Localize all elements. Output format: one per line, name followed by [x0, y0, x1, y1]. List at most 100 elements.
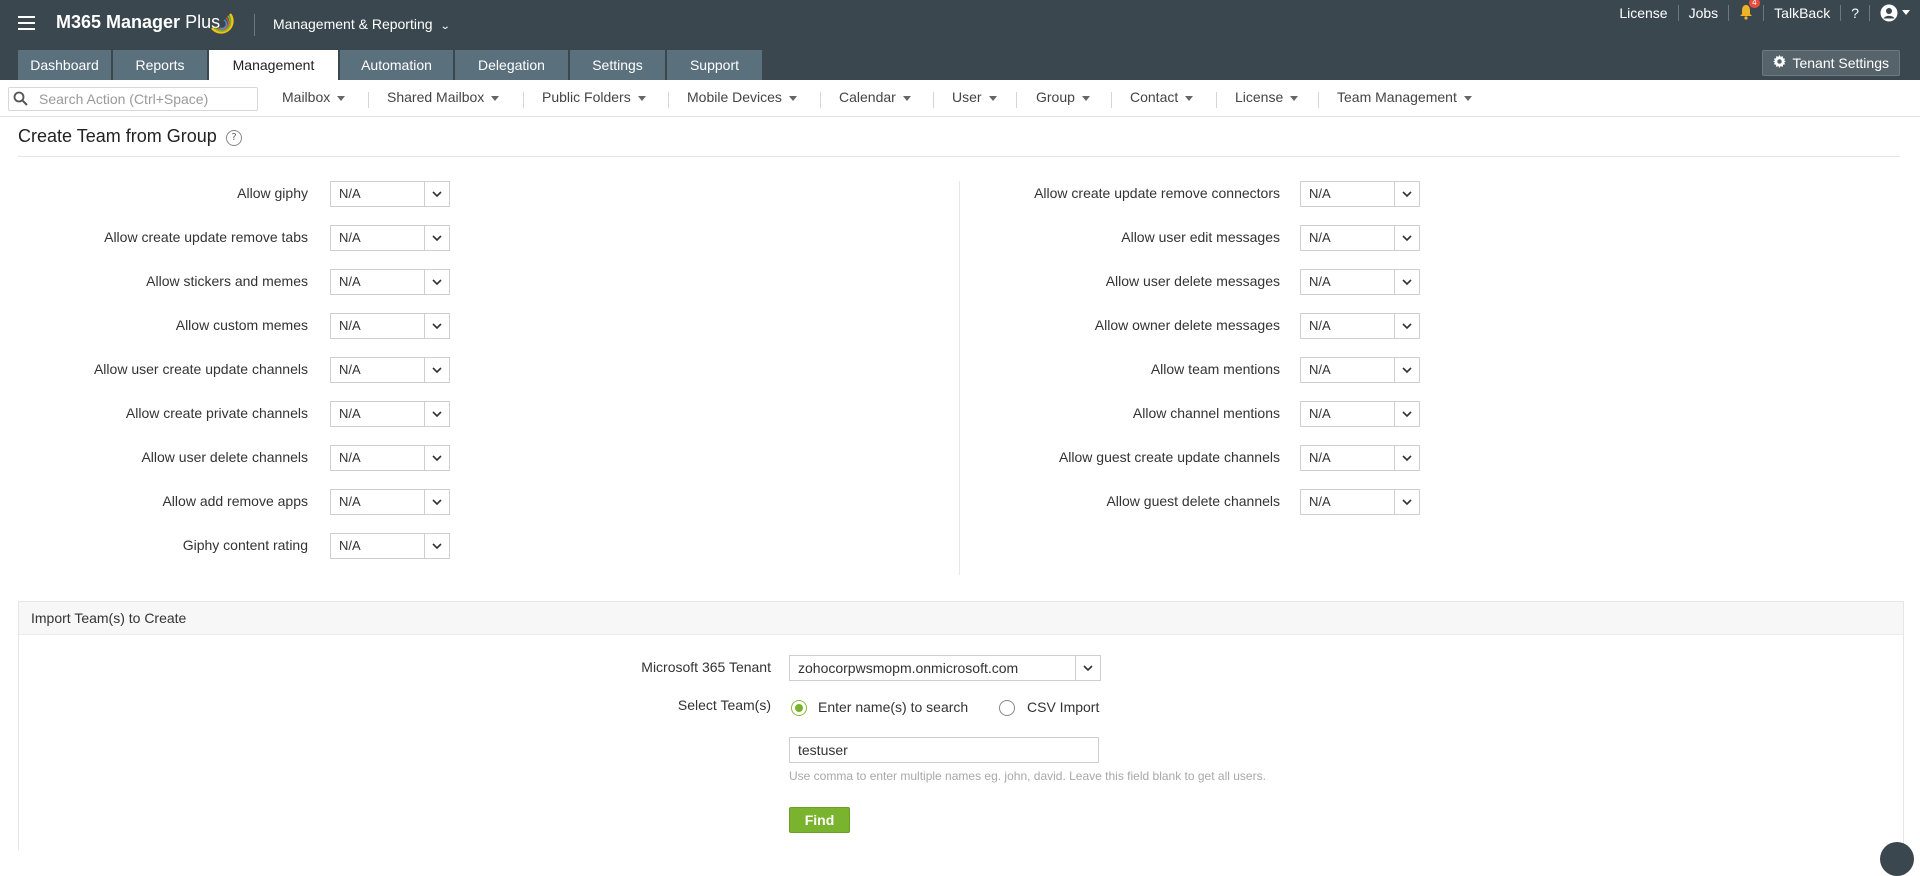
bell-icon: 4	[1739, 0, 1760, 20]
caret-down-icon	[988, 95, 997, 101]
radio-enter-names[interactable]	[791, 700, 807, 716]
setting-select[interactable]: N/A	[1300, 489, 1420, 515]
action-menu-bar: Mailbox Shared Mailbox Public Folders Mo…	[0, 80, 1920, 117]
module-label: Management & Reporting	[273, 16, 433, 32]
setting-label: Allow create update remove connectors	[1034, 185, 1280, 201]
caret-down-icon	[337, 95, 346, 101]
menu-divider	[368, 92, 369, 108]
caret-down-icon	[1290, 95, 1299, 101]
radio-csv-import-label[interactable]: CSV Import	[1027, 699, 1099, 715]
setting-select-value: N/A	[1309, 450, 1331, 465]
gear-icon	[1773, 51, 1787, 75]
team-names-input[interactable]	[789, 737, 1099, 763]
setting-label: Allow user edit messages	[1121, 229, 1280, 245]
menu-user[interactable]: User	[952, 89, 997, 105]
setting-select[interactable]: N/A	[1300, 401, 1420, 427]
setting-select[interactable]: N/A	[1300, 357, 1420, 383]
chevron-down-icon	[1075, 656, 1100, 680]
menu-mailbox[interactable]: Mailbox	[282, 89, 346, 105]
radio-csv-import[interactable]	[999, 700, 1015, 716]
chevron-down-icon	[1394, 446, 1419, 470]
tenant-settings-button[interactable]: Tenant Settings	[1762, 50, 1900, 76]
menu-license[interactable]: License	[1235, 89, 1299, 105]
caret-down-icon	[1463, 95, 1472, 101]
license-link[interactable]: License	[1609, 5, 1677, 21]
user-menu[interactable]	[1870, 4, 1920, 22]
search-input[interactable]	[37, 90, 251, 108]
chevron-down-icon	[1394, 182, 1419, 206]
chevron-down-icon	[1394, 358, 1419, 382]
menu-label: Mailbox	[282, 89, 331, 105]
title-divider	[18, 156, 1900, 157]
import-panel-title: Import Team(s) to Create	[31, 610, 187, 626]
jobs-link[interactable]: Jobs	[1679, 5, 1729, 21]
user-avatar-icon	[1880, 4, 1898, 22]
setting-label: Allow user delete messages	[1105, 273, 1280, 289]
tenant-select[interactable]: zohocorpwsmopm.onmicrosoft.com	[789, 655, 1101, 681]
setting-select-value: N/A	[1309, 274, 1331, 289]
tab-reports[interactable]: Reports	[113, 50, 207, 80]
tab-dashboard[interactable]: Dashboard	[18, 50, 111, 80]
setting-select[interactable]: N/A	[1300, 445, 1420, 471]
setting-select-value: N/A	[1309, 406, 1331, 421]
main-tabs: Dashboard Reports Management Automation …	[18, 50, 764, 80]
setting-label: Allow channel mentions	[1132, 405, 1280, 421]
chevron-down-icon	[1394, 402, 1419, 426]
tab-automation[interactable]: Automation	[340, 50, 453, 80]
page-title: Create Team from Group	[18, 126, 217, 146]
menu-label: Team Management	[1337, 89, 1457, 105]
setting-label: Allow guest create update channels	[1058, 449, 1280, 465]
find-button[interactable]: Find	[789, 807, 850, 833]
brand-name: M365 Manager	[56, 12, 181, 32]
action-search[interactable]	[8, 87, 258, 111]
menu-calendar[interactable]: Calendar	[839, 89, 911, 105]
setting-select-value: N/A	[1309, 362, 1331, 377]
setting-select[interactable]: N/A	[330, 533, 450, 559]
setting-select[interactable]: N/A	[1300, 269, 1420, 295]
notification-count-badge: 4	[1749, 0, 1760, 8]
import-teams-panel: Import Team(s) to Create	[18, 601, 1904, 850]
notifications-button[interactable]: 4	[1729, 0, 1763, 23]
module-switcher[interactable]: Management & Reporting ⌄	[273, 16, 450, 32]
menu-group[interactable]: Group	[1036, 89, 1090, 105]
hamburger-menu-icon[interactable]	[18, 16, 35, 31]
menu-divider	[1111, 92, 1112, 108]
menu-contact[interactable]: Contact	[1130, 89, 1194, 105]
app-logo[interactable]: M365 Manager Plus	[56, 12, 220, 33]
menu-public-folders[interactable]: Public Folders	[542, 89, 646, 105]
menu-divider	[523, 92, 524, 108]
setting-select-value: N/A	[339, 538, 361, 553]
menu-divider	[820, 92, 821, 108]
setting-select[interactable]: N/A	[1300, 225, 1420, 251]
tenant-settings-label: Tenant Settings	[1792, 55, 1889, 71]
tab-settings[interactable]: Settings	[570, 50, 665, 80]
tab-delegation[interactable]: Delegation	[455, 50, 568, 80]
menu-divider	[1216, 92, 1217, 108]
header-divider	[254, 14, 255, 36]
menu-shared-mailbox[interactable]: Shared Mailbox	[387, 89, 500, 105]
menu-team-management[interactable]: Team Management	[1337, 89, 1472, 105]
setting-label: Allow guest delete channels	[1106, 493, 1280, 509]
talkback-link[interactable]: TalkBack	[1764, 5, 1840, 21]
help-icon[interactable]: ?	[226, 130, 242, 146]
menu-mobile-devices[interactable]: Mobile Devices	[687, 89, 797, 105]
help-link[interactable]: ?	[1841, 5, 1869, 21]
chevron-down-icon	[1394, 490, 1419, 514]
menu-label: Group	[1036, 89, 1075, 105]
select-teams-label: Select Team(s)	[677, 697, 771, 713]
caret-down-icon	[637, 95, 646, 101]
menu-divider	[668, 92, 669, 108]
chat-widget-icon[interactable]	[1880, 842, 1914, 876]
tab-management[interactable]: Management	[209, 50, 338, 80]
caret-down-icon	[1185, 95, 1194, 101]
menu-label: Calendar	[839, 89, 896, 105]
setting-select[interactable]: N/A	[1300, 181, 1420, 207]
import-panel-header: Import Team(s) to Create	[19, 602, 1903, 635]
menu-label: Mobile Devices	[687, 89, 782, 105]
setting-label: Allow owner delete messages	[1094, 317, 1280, 333]
menu-divider	[1016, 92, 1017, 108]
setting-select[interactable]: N/A	[1300, 313, 1420, 339]
radio-enter-names-label[interactable]: Enter name(s) to search	[818, 699, 968, 715]
tab-support[interactable]: Support	[667, 50, 762, 80]
top-header: M365 Manager Plus Management & Reporting…	[0, 0, 1920, 80]
